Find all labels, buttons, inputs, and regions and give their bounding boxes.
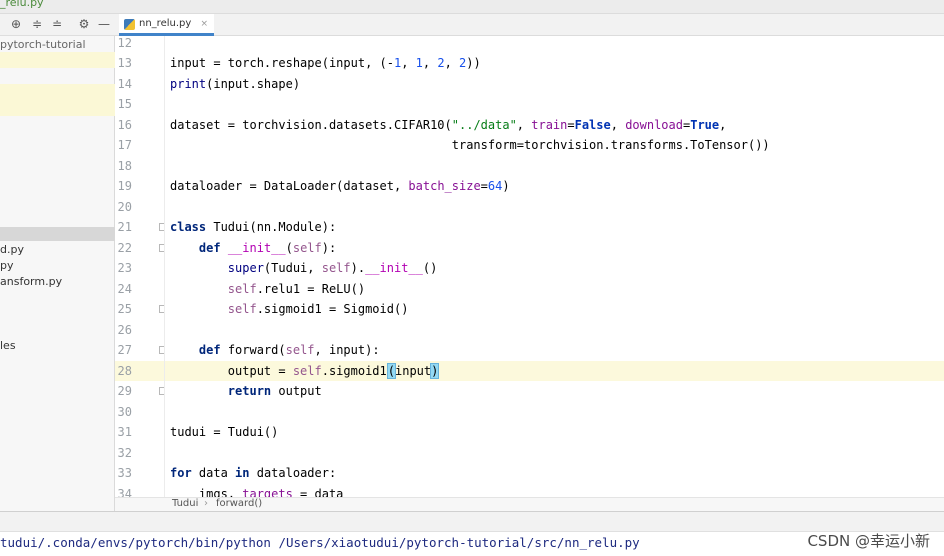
breadcrumb: Tudui › forward(): [115, 497, 944, 511]
code-line: class Tudui(nn.Module):: [170, 220, 337, 234]
window-title-strip: _relu.py: [0, 0, 944, 14]
project-toolbar: ⊕ ≑ ≐ ⚙ —: [0, 14, 115, 36]
code-line: output = self.sigmoid1(input): [170, 362, 440, 379]
tree-file[interactable]: ansform.py: [0, 274, 115, 290]
hide-icon[interactable]: —: [97, 17, 111, 31]
run-panel-header: [0, 512, 944, 532]
line-number: 27: [117, 343, 132, 357]
editor-tab-bar: nn_relu.py ×: [115, 14, 944, 36]
line-number: 20: [117, 199, 132, 214]
line-number: 12: [117, 36, 132, 50]
line-number: 30: [117, 404, 132, 419]
line-number-gutter: 12 13 14 15 16 17 18 19 20 21 22 23 24 25 26 27 28 29 30 31…: [115, 36, 165, 497]
line-number: 14: [117, 76, 132, 91]
line-number: 32: [117, 445, 132, 460]
code-line: def forward(self, input):: [198, 343, 380, 357]
tab-label: nn_relu.py: [139, 18, 192, 29]
code-line: print(input.shape): [170, 76, 301, 91]
code-line: for data in dataloader:: [170, 466, 337, 480]
project-panel: ⊕ ≑ ≐ ⚙ — pytorch-tutorial d.py py ansfo…: [0, 14, 115, 511]
code-line: dataset = torchvision.datasets.CIFAR10("…: [170, 117, 727, 132]
code-line: imgs, targets = data: [170, 486, 344, 498]
run-command: tudui/.conda/envs/pytorch/bin/python /Us…: [0, 535, 640, 550]
tree-file[interactable]: d.py: [0, 242, 115, 258]
code-line: def __init__(self):: [198, 240, 337, 255]
breadcrumb-method[interactable]: forward(): [216, 498, 262, 510]
line-number: 24: [117, 281, 132, 296]
line-number: 29: [117, 384, 132, 398]
code-line: return output: [227, 384, 322, 398]
line-number: 15: [117, 97, 132, 111]
code-editor[interactable]: input = torch.reshape(input, (-1, 1, 2, …: [165, 36, 944, 497]
code-line: dataloader = DataLoader(dataset, batch_s…: [170, 179, 510, 193]
tab-nn-relu[interactable]: nn_relu.py ×: [119, 14, 215, 36]
collapse-all-icon[interactable]: ≐: [50, 17, 64, 31]
code-line: super(Tudui, self).__init__(): [227, 261, 438, 275]
close-icon[interactable]: ×: [200, 19, 208, 29]
code-line: self.relu1 = ReLU(): [227, 281, 366, 296]
line-number: 34: [117, 486, 132, 498]
breadcrumb-class[interactable]: Tudui: [172, 498, 198, 510]
line-number: 18: [117, 158, 132, 173]
line-number: 33: [117, 466, 132, 480]
breadcrumb-separator: ›: [204, 498, 208, 509]
tree-item[interactable]: les: [0, 338, 115, 354]
tree-selection: [0, 84, 115, 116]
line-number: 25: [117, 302, 132, 316]
run-panel: tudui/.conda/envs/pytorch/bin/python /Us…: [0, 511, 944, 556]
line-number: 21: [117, 220, 132, 234]
python-file-icon: [124, 19, 135, 30]
tree-file[interactable]: py: [0, 258, 115, 274]
watermark: CSDN @幸运小新: [807, 532, 930, 550]
tree-root[interactable]: pytorch-tutorial: [0, 37, 115, 53]
line-number: 13: [117, 56, 132, 70]
locate-icon[interactable]: ⊕: [9, 17, 23, 31]
line-number: 23: [117, 261, 132, 275]
line-number: 16: [117, 117, 132, 132]
line-number: 19: [117, 179, 132, 193]
tree-selection: [0, 52, 115, 68]
gear-icon[interactable]: ⚙: [77, 17, 91, 31]
line-number: 17: [117, 138, 132, 152]
window-title: _relu.py: [0, 0, 44, 9]
line-number: 28: [117, 363, 132, 378]
line-number: 26: [117, 322, 132, 337]
code-line: tudui = Tudui(): [170, 425, 279, 439]
expand-all-icon[interactable]: ≑: [30, 17, 44, 31]
code-line: self.sigmoid1 = Sigmoid(): [227, 302, 409, 316]
code-line: input = torch.reshape(input, (-1, 1, 2, …: [170, 56, 481, 70]
line-number: 22: [117, 240, 132, 255]
line-number: 31: [117, 425, 132, 439]
tree-selection: [0, 227, 115, 241]
code-line: transform=torchvision.transforms.ToTenso…: [170, 138, 770, 152]
